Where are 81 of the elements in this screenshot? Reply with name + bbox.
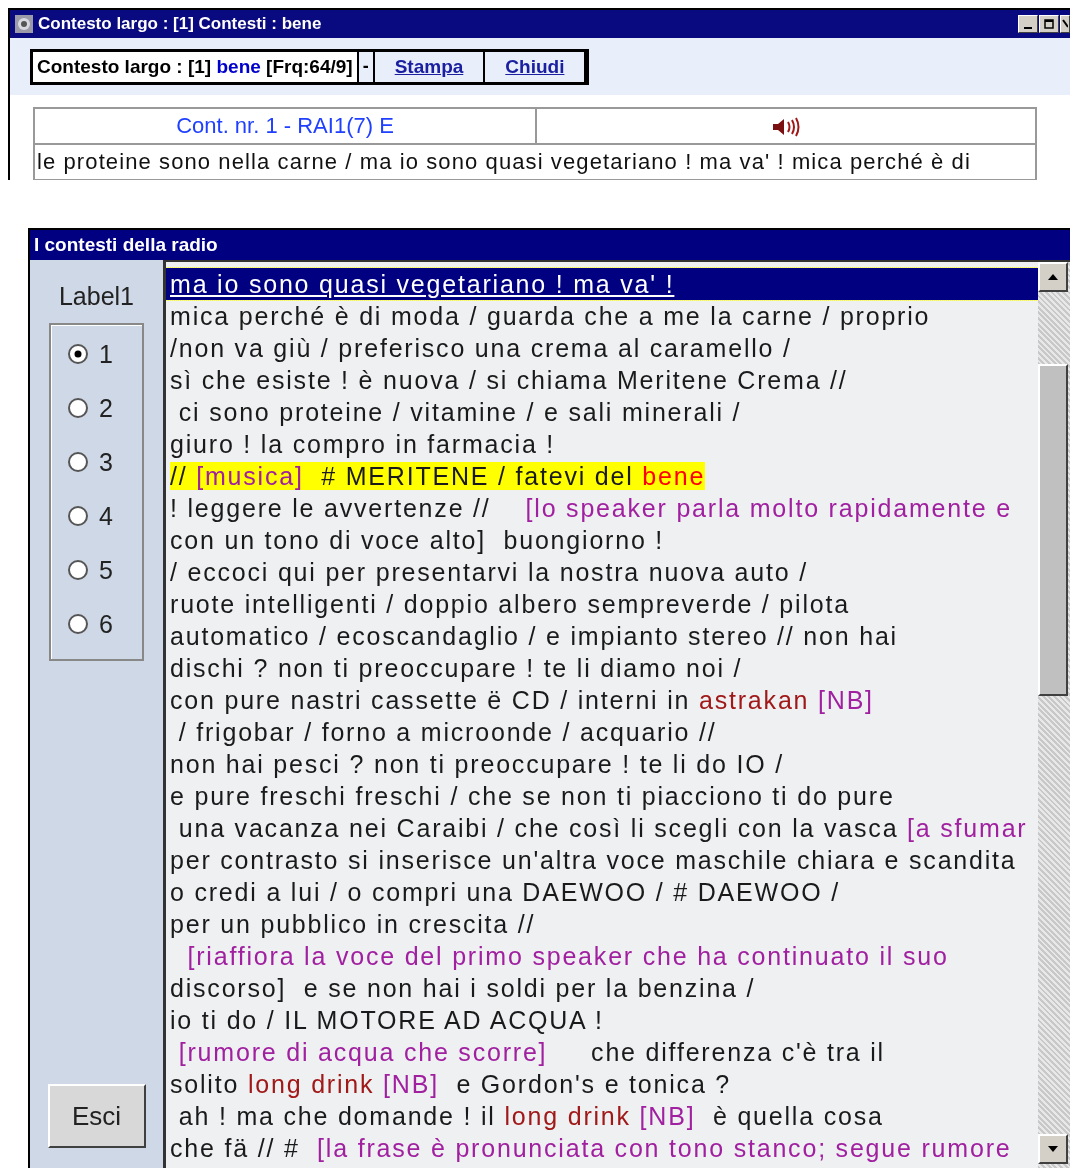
line-text: / frigobar / forno a microonde / acquario //	[177, 718, 717, 746]
toolbar-link[interactable]: Stampa	[374, 51, 486, 82]
radio-option[interactable]: 2	[67, 393, 142, 423]
line-text: che fä // # [la frase è pronunciata con tono stanco; segue rumore	[170, 1134, 1012, 1162]
scrollbar[interactable]	[1038, 262, 1070, 1168]
line-text: ma io sono quasi vegetariano ! ma va' !	[170, 270, 675, 298]
toolbar-link[interactable]: Chiudi	[485, 51, 587, 82]
line-text: ruote intelligenti / doppio albero sempreverde / pilota	[170, 590, 850, 618]
radio-option[interactable]: 1	[67, 339, 142, 369]
list-row[interactable]: mica perché è di moda / guarda che a me la carne / proprio	[166, 300, 1038, 332]
list-row[interactable]: / frigobar / forno a microonde / acquario //	[166, 716, 1038, 748]
scroll-thumb[interactable]	[1038, 364, 1068, 696]
line-text: automatico / ecoscandaglio / e impianto stereo // non hai	[170, 622, 898, 650]
line-text: discorso] e se non hai i soldi per la benzina /	[170, 974, 756, 1002]
line-text: o credi a lui / o compri una DAEWOO / # DAEWOO /	[170, 878, 840, 906]
line-text: [rumore di acqua che scorre] che differenza c'è tra il	[177, 1038, 885, 1066]
list-row[interactable]: /non va giù / preferisco una crema al caramello /	[166, 332, 1038, 364]
list-row[interactable]: discorso] e se non hai i soldi per la benzina /	[166, 972, 1038, 1004]
line-text: per un pubblico in crescita //	[170, 910, 536, 938]
app-icon	[14, 14, 34, 34]
line-text: ah ! ma che domande ! il long drink [NB] è quella cosa	[177, 1102, 884, 1130]
radio-option[interactable]: 6	[67, 609, 142, 639]
line-text: [riaffiora la voce del primo speaker che ha continuato il suo	[186, 942, 949, 970]
line-text: non hai pesci ? non ti preoccupare ! te li do IO /	[170, 750, 784, 778]
close-button[interactable]	[1060, 15, 1070, 33]
group-label: Label1	[58, 282, 135, 311]
radio-option[interactable]: 4	[67, 501, 142, 531]
list-row[interactable]: ci sono proteine / vitamine / e sali minerali /	[166, 396, 1038, 428]
list-row[interactable]: che fä // # [la frase è pronunciata con tono stanco; segue rumore	[166, 1132, 1038, 1164]
list-row[interactable]: io ti do / IL MOTORE AD ACQUA !	[166, 1004, 1038, 1036]
maximize-button[interactable]	[1039, 15, 1059, 33]
exit-button[interactable]: Esci	[47, 1084, 146, 1148]
line-text: giuro ! la compro in farmacia !	[170, 430, 556, 458]
list-row[interactable]: [rumore di acqua che scorre] che differenza c'è tra il	[166, 1036, 1038, 1068]
list-row[interactable]: solito long drink [NB] e Gordon's e tonica ?	[166, 1068, 1038, 1100]
line-text: mica perché è di moda / guarda che a me la carne / proprio	[170, 302, 931, 330]
list-row[interactable]: ruote intelligenti / doppio albero sempreverde / pilota	[166, 588, 1038, 620]
line-text: ! leggere le avvertenze // [lo speaker parla molto rapidamente e	[170, 494, 1012, 522]
list-row[interactable]: ! leggere le avvertenze // [lo speaker parla molto rapidamente e	[166, 492, 1038, 524]
list-row[interactable]: per un pubblico in crescita //	[166, 908, 1038, 940]
scroll-up-button[interactable]	[1038, 262, 1068, 292]
list-row[interactable]: sì che esiste ! è nuova / si chiama Meritene Crema //	[166, 364, 1038, 396]
list-row[interactable]: con un tono di voce alto] buongiorno !	[166, 524, 1038, 556]
minimize-icon	[1024, 27, 1032, 29]
line-text: /non va giù / preferisco una crema al caramello /	[170, 334, 792, 362]
line-text: con un tono di voce alto] buongiorno !	[170, 526, 665, 554]
up-arrow-icon	[1047, 273, 1059, 281]
radio-option[interactable]: 3	[67, 447, 142, 477]
down-arrow-icon	[1047, 1145, 1059, 1153]
list-row[interactable]: dischi ? non ti preoccupare ! te li diamo noi /	[166, 652, 1038, 684]
list-row[interactable]: automatico / ecoscandaglio / e impianto stereo // non hai	[166, 620, 1038, 652]
line-text: io ti do / IL MOTORE AD ACQUA !	[170, 1006, 604, 1034]
window-title: Contesto largo : [1] Contesti : bene	[38, 14, 323, 34]
line-text: ci sono proteine / vitamine / e sali minerali /	[177, 398, 742, 426]
line-text: e pure freschi freschi / che se non ti piacciono ti do pure	[170, 782, 895, 810]
context-text-cell: le proteine sono nella carne / ma io sono quasi vegetariano ! ma va' ! mica perché è di	[34, 144, 1036, 180]
line-text: / eccoci qui per presentarvi la nostra nuova auto /	[170, 558, 808, 586]
radio-option[interactable]: 5	[67, 555, 142, 585]
line-text: dischi ? non ti preoccupare ! te li diamo noi /	[170, 654, 743, 682]
line-text: // [musica] # MERITENE / fatevi del bene	[170, 462, 706, 490]
list-row[interactable]: giuro ! la compro in farmacia !	[166, 428, 1038, 460]
list-row[interactable]: per contrasto si inserisce un'altra voce maschile chiara e scandita	[166, 844, 1038, 876]
list-row[interactable]: non hai pesci ? non ti preoccupare ! te li do IO /	[166, 748, 1038, 780]
scroll-down-button[interactable]	[1038, 1134, 1068, 1164]
window-title: I contesti della radio	[30, 230, 1070, 260]
list-row[interactable]: ma io sono quasi vegetariano ! ma va' !	[166, 268, 1038, 300]
line-text: con pure nastri cassette ë CD / interni in astrakan [NB]	[170, 686, 874, 714]
context-number-cell: Cont. nr. 1 - RAI1(7) E	[34, 108, 536, 144]
minimize-button[interactable]	[1018, 15, 1038, 33]
list-row[interactable]: con pure nastri cassette ë CD / interni in astrakan [NB]	[166, 684, 1038, 716]
line-text: solito long drink [NB] e Gordon's e tonica ?	[170, 1070, 732, 1098]
list-row[interactable]: [riaffiora la voce del primo speaker che ha continuato il suo	[166, 940, 1038, 972]
list-row[interactable]: e pure freschi freschi / che se non ti piacciono ti do pure	[166, 780, 1038, 812]
maximize-icon	[1044, 19, 1054, 29]
list-row[interactable]: / eccoci qui per presentarvi la nostra nuova auto /	[166, 556, 1038, 588]
line-text: sì che esiste ! è nuova / si chiama Meritene Crema //	[170, 366, 848, 394]
list-row[interactable]: o credi a lui / o compri una DAEWOO / # DAEWOO /	[166, 876, 1038, 908]
line-text: per contrasto si inserisce un'altra voce maschile chiara e scandita	[170, 846, 1017, 874]
close-icon	[1062, 19, 1068, 29]
list-row[interactable]: ah ! ma che domande ! il long drink [NB] è quella cosa	[166, 1100, 1038, 1132]
list-row[interactable]: // [musica] # MERITENE / fatevi del bene	[166, 460, 1038, 492]
